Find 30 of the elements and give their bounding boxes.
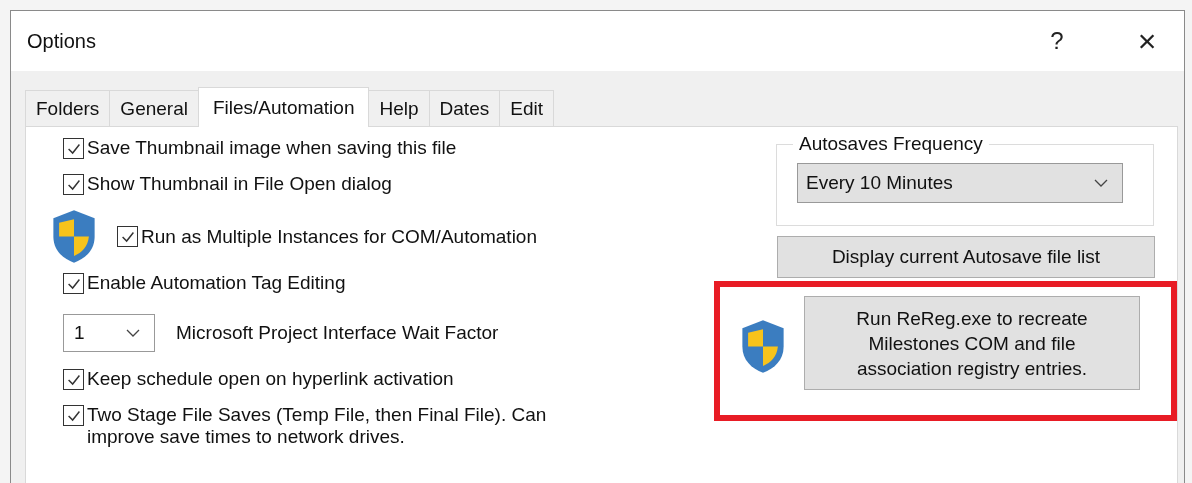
help-button[interactable]: ? [1032, 27, 1082, 55]
dropdown-caption: Microsoft Project Interface Wait Factor [176, 322, 499, 344]
checkbox[interactable] [63, 138, 84, 159]
autosave-list-button[interactable]: Display current Autosave file list [777, 236, 1155, 278]
shield-icon [740, 318, 786, 374]
tab[interactable]: Edit [499, 90, 554, 126]
window-title: Options [27, 29, 97, 53]
chevron-down-icon [126, 329, 140, 337]
shield-icon [51, 209, 97, 264]
chevron-down-icon [1094, 179, 1108, 187]
checkbox[interactable] [63, 273, 84, 294]
checkbox[interactable] [63, 405, 84, 426]
close-button[interactable]: × [1122, 22, 1172, 60]
checkbox-label: Enable Automation Tag Editing [87, 272, 346, 294]
checkbox-label: Show Thumbnail in File Open dialog [87, 173, 392, 195]
checkbox[interactable] [117, 226, 138, 247]
dropdown-value: Every 10 Minutes [806, 172, 953, 194]
frequency-dropdown[interactable]: Every 10 Minutes [797, 163, 1123, 203]
wait-factor-dropdown[interactable]: 1 [63, 314, 155, 352]
checkbox[interactable] [63, 369, 84, 390]
rereg-button[interactable]: Run ReReg.exe to recreate Milestones COM and file association registry entries. [804, 296, 1140, 390]
checkbox-label: Save Thumbnail image when saving this file [87, 137, 457, 159]
checkbox[interactable] [63, 174, 84, 195]
group-title: Autosaves Frequency [798, 133, 984, 155]
checkbox-label: Keep schedule open on hyperlink activation [87, 368, 454, 390]
checkbox-label: Two Stage File Saves (Temp File, then Final File). Can improve save times to network drives. [87, 404, 548, 448]
tab[interactable]: Folders [25, 90, 111, 126]
checkbox-label: Run as Multiple Instances for COM/Automation [141, 225, 537, 248]
dropdown-value: 1 [74, 322, 85, 344]
tab[interactable]: Files/Automation [197, 87, 370, 127]
